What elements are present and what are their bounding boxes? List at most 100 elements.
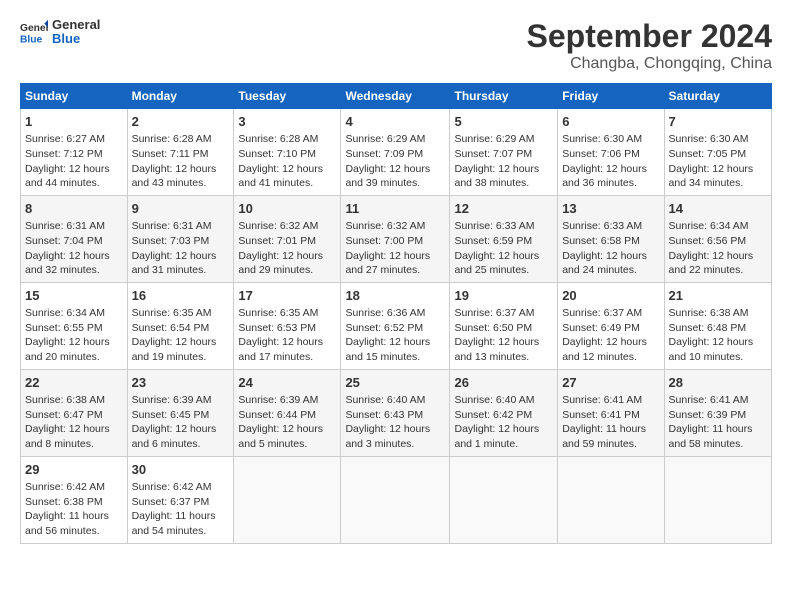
- day-cell: 23Sunrise: 6:39 AMSunset: 6:45 PMDayligh…: [127, 369, 234, 456]
- day-info: Daylight: 12 hours: [345, 162, 445, 177]
- day-info: Sunset: 7:06 PM: [562, 147, 659, 162]
- logo: General Blue General Blue: [20, 18, 100, 47]
- logo-blue: Blue: [52, 32, 100, 46]
- day-number: 29: [25, 461, 123, 479]
- day-cell: 10Sunrise: 6:32 AMSunset: 7:01 PMDayligh…: [234, 195, 341, 282]
- day-info: Daylight: 12 hours: [132, 422, 230, 437]
- svg-text:Blue: Blue: [20, 35, 43, 46]
- day-number: 18: [345, 287, 445, 305]
- day-number: 1: [25, 113, 123, 131]
- day-cell: 11Sunrise: 6:32 AMSunset: 7:00 PMDayligh…: [341, 195, 450, 282]
- day-cell: 21Sunrise: 6:38 AMSunset: 6:48 PMDayligh…: [664, 282, 771, 369]
- day-info: Daylight: 12 hours: [25, 249, 123, 264]
- day-number: 8: [25, 200, 123, 218]
- day-info: Sunset: 6:59 PM: [454, 234, 553, 249]
- day-info: Daylight: 12 hours: [669, 249, 767, 264]
- day-info: Sunrise: 6:37 AM: [562, 306, 659, 321]
- day-info: Daylight: 12 hours: [454, 422, 553, 437]
- day-info: Sunset: 6:53 PM: [238, 321, 336, 336]
- week-row-0: 1Sunrise: 6:27 AMSunset: 7:12 PMDaylight…: [21, 109, 772, 196]
- day-info: Daylight: 12 hours: [238, 162, 336, 177]
- day-cell: 2Sunrise: 6:28 AMSunset: 7:11 PMDaylight…: [127, 109, 234, 196]
- day-info: Sunrise: 6:39 AM: [132, 393, 230, 408]
- day-info: and 59 minutes.: [562, 437, 659, 452]
- day-info: Daylight: 12 hours: [132, 162, 230, 177]
- header-row: SundayMondayTuesdayWednesdayThursdayFrid…: [21, 84, 772, 109]
- day-info: and 15 minutes.: [345, 350, 445, 365]
- day-info: Sunrise: 6:28 AM: [132, 132, 230, 147]
- day-cell: 18Sunrise: 6:36 AMSunset: 6:52 PMDayligh…: [341, 282, 450, 369]
- day-info: Daylight: 12 hours: [562, 335, 659, 350]
- day-info: and 34 minutes.: [669, 176, 767, 191]
- day-cell: 16Sunrise: 6:35 AMSunset: 6:54 PMDayligh…: [127, 282, 234, 369]
- day-cell: 4Sunrise: 6:29 AMSunset: 7:09 PMDaylight…: [341, 109, 450, 196]
- week-row-1: 8Sunrise: 6:31 AMSunset: 7:04 PMDaylight…: [21, 195, 772, 282]
- day-number: 2: [132, 113, 230, 131]
- day-info: Sunset: 7:04 PM: [25, 234, 123, 249]
- day-info: Sunset: 6:45 PM: [132, 408, 230, 423]
- day-number: 7: [669, 113, 767, 131]
- day-number: 11: [345, 200, 445, 218]
- day-info: and 8 minutes.: [25, 437, 123, 452]
- week-row-4: 29Sunrise: 6:42 AMSunset: 6:38 PM Dayligh…: [21, 456, 772, 543]
- day-cell: 3Sunrise: 6:28 AMSunset: 7:10 PMDaylight…: [234, 109, 341, 196]
- day-number: 21: [669, 287, 767, 305]
- day-info: Sunset: 6:38 PM: [25, 495, 123, 510]
- day-info: and 29 minutes.: [238, 263, 336, 278]
- day-info: Sunset: 7:05 PM: [669, 147, 767, 162]
- day-info: Daylight: 11 hours: [132, 509, 230, 524]
- day-cell: [341, 456, 450, 543]
- day-info: Sunset: 6:42 PM: [454, 408, 553, 423]
- day-info: and 24 minutes.: [562, 263, 659, 278]
- day-info: Daylight: 12 hours: [454, 162, 553, 177]
- day-info: Daylight: 12 hours: [669, 162, 767, 177]
- day-info: and 41 minutes.: [238, 176, 336, 191]
- day-cell: 28Sunrise: 6:41 AMSunset: 6:39 PMDayligh…: [664, 369, 771, 456]
- day-info: Sunrise: 6:42 AM: [25, 480, 123, 495]
- calendar-table: SundayMondayTuesdayWednesdayThursdayFrid…: [20, 83, 772, 544]
- day-number: 13: [562, 200, 659, 218]
- day-number: 12: [454, 200, 553, 218]
- day-info: Sunset: 6:58 PM: [562, 234, 659, 249]
- day-info: Sunset: 6:56 PM: [669, 234, 767, 249]
- day-info: and 12 minutes.: [562, 350, 659, 365]
- day-info: Sunset: 6:52 PM: [345, 321, 445, 336]
- day-number: 26: [454, 374, 553, 392]
- day-number: 17: [238, 287, 336, 305]
- day-cell: 24Sunrise: 6:39 AMSunset: 6:44 PMDayligh…: [234, 369, 341, 456]
- logo-general: General: [52, 18, 100, 32]
- day-cell: 30Sunrise: 6:42 AMSunset: 6:37 PMDayligh…: [127, 456, 234, 543]
- day-cell: [450, 456, 558, 543]
- day-cell: 6Sunrise: 6:30 AMSunset: 7:06 PMDaylight…: [558, 109, 664, 196]
- day-cell: 17Sunrise: 6:35 AMSunset: 6:53 PMDayligh…: [234, 282, 341, 369]
- day-info: and 31 minutes.: [132, 263, 230, 278]
- day-cell: 26Sunrise: 6:40 AMSunset: 6:42 PMDayligh…: [450, 369, 558, 456]
- day-info: Sunset: 6:55 PM: [25, 321, 123, 336]
- col-thursday: Thursday: [450, 84, 558, 109]
- day-info: Sunset: 6:39 PM: [669, 408, 767, 423]
- day-info: Daylight: 12 hours: [132, 335, 230, 350]
- day-cell: 25Sunrise: 6:40 AMSunset: 6:43 PMDayligh…: [341, 369, 450, 456]
- day-info: Sunrise: 6:29 AM: [345, 132, 445, 147]
- day-info: and 5 minutes.: [238, 437, 336, 452]
- day-cell: [664, 456, 771, 543]
- day-info: and 39 minutes.: [345, 176, 445, 191]
- col-wednesday: Wednesday: [341, 84, 450, 109]
- day-cell: 27Sunrise: 6:41 AMSunset: 6:41 PMDayligh…: [558, 369, 664, 456]
- day-info: and 6 minutes.: [132, 437, 230, 452]
- day-info: Sunrise: 6:30 AM: [562, 132, 659, 147]
- day-info: Sunset: 6:43 PM: [345, 408, 445, 423]
- day-info: Sunset: 7:09 PM: [345, 147, 445, 162]
- day-cell: 22Sunrise: 6:38 AMSunset: 6:47 PMDayligh…: [21, 369, 128, 456]
- day-number: 27: [562, 374, 659, 392]
- day-info: and 10 minutes.: [669, 350, 767, 365]
- day-info: Sunrise: 6:37 AM: [454, 306, 553, 321]
- calendar-page: General Blue General Blue September 2024…: [0, 0, 792, 612]
- day-info: Sunset: 6:44 PM: [238, 408, 336, 423]
- day-info: and 3 minutes.: [345, 437, 445, 452]
- day-cell: 5Sunrise: 6:29 AMSunset: 7:07 PMDaylight…: [450, 109, 558, 196]
- day-info: Sunrise: 6:35 AM: [132, 306, 230, 321]
- day-info: and 17 minutes.: [238, 350, 336, 365]
- day-cell: 7Sunrise: 6:30 AMSunset: 7:05 PMDaylight…: [664, 109, 771, 196]
- day-info: Sunrise: 6:32 AM: [238, 219, 336, 234]
